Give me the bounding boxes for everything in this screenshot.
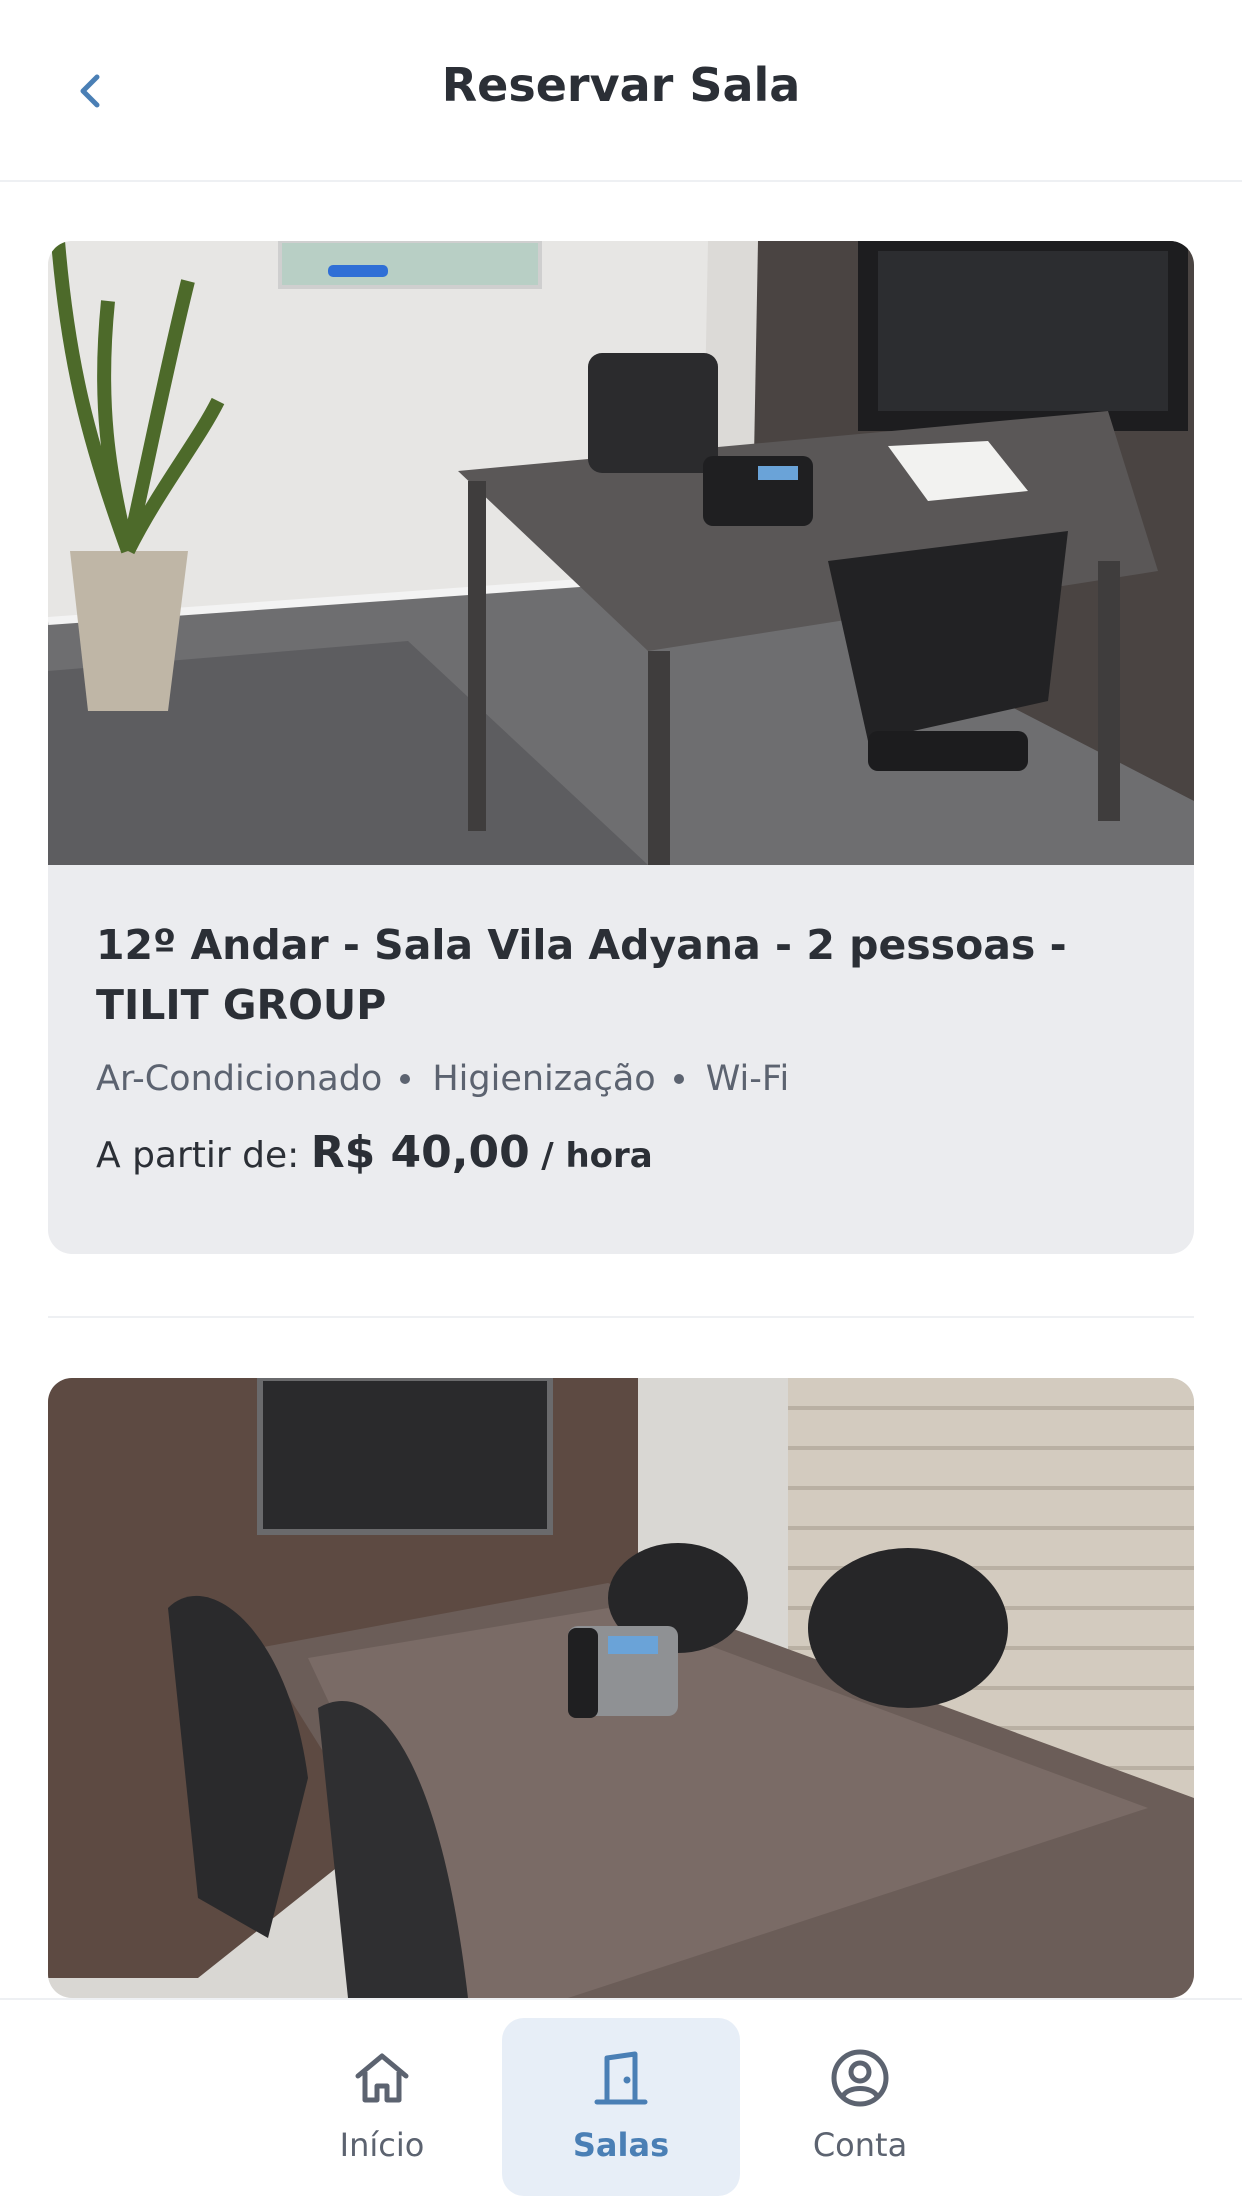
tab-label: Conta	[812, 2126, 908, 2164]
tab-inicio[interactable]: Início	[263, 2018, 501, 2196]
price-amount: R$ 40,00	[310, 1127, 530, 1178]
separator-dot	[673, 1074, 684, 1084]
home-icon	[355, 2053, 409, 2103]
room-photo	[48, 241, 1194, 865]
price-unit: / hora	[541, 1136, 653, 1176]
price-prefix: A partir de:	[96, 1135, 300, 1176]
amenity-item: Higienização	[432, 1059, 656, 1099]
separator-dot	[400, 1074, 411, 1084]
room-photo	[48, 1378, 1194, 1998]
door-icon	[594, 2051, 648, 2105]
room-price: A partir de: R$ 40,00 / hora	[96, 1127, 1146, 1178]
amenities-list: Ar-Condicionado Higienização Wi-Fi	[96, 1059, 1146, 1099]
room-title: 12º Andar - Sala Vila Adyana - 2 pessoas…	[96, 921, 1067, 1029]
amenity-item: Ar-Condicionado	[96, 1059, 383, 1099]
room-card[interactable]: 12º Andar - Sala Vila Adyana - 2 pessoas…	[48, 241, 1194, 1254]
user-circle-icon	[831, 2049, 889, 2107]
amenity-item: Wi-Fi	[705, 1059, 790, 1099]
page-title: Reservar Sala	[441, 58, 801, 112]
room-info: 12º Andar - Sala Vila Adyana - 2 pessoas…	[96, 915, 1146, 1178]
app-header: Reservar Sala	[0, 0, 1242, 182]
tab-label: Início	[339, 2126, 425, 2164]
tab-label: Salas	[572, 2126, 670, 2164]
room-card[interactable]	[48, 1378, 1194, 1998]
tab-conta[interactable]: Conta	[741, 2018, 979, 2196]
bottom-tab-bar: Início Salas Conta	[0, 1998, 1242, 2210]
card-divider	[48, 1316, 1194, 1318]
tab-salas[interactable]: Salas	[502, 2018, 740, 2196]
